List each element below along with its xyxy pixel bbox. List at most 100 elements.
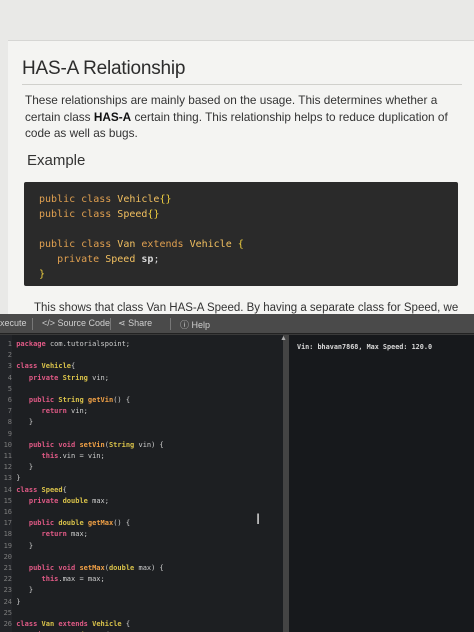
section-heading: HAS-A Relationship — [22, 58, 186, 79]
program-output: Vin: bhavan7868, Max Speed: 120.0 — [297, 343, 433, 351]
line-text: } — [12, 463, 34, 472]
code-line[interactable]: 21 public void setMax(double max) { — [0, 563, 283, 574]
code-line[interactable]: 3 class Vehicle{ — [0, 361, 283, 372]
source-code-button[interactable]: </> Source Code — [42, 318, 110, 328]
line-number: 1 — [7, 340, 12, 348]
line-number: 22 — [3, 575, 12, 584]
line-text — [12, 552, 16, 563]
toolbar-separator — [170, 318, 171, 330]
scroll-up-arrow-icon[interactable]: ▲ — [280, 335, 288, 345]
para-bold-text: HAS-A — [93, 109, 132, 124]
line-number: 16 — [3, 508, 12, 516]
line-number: 12 — [3, 463, 12, 472]
article-section: HAS-A Relationship These relationships a… — [0, 0, 474, 318]
code-line[interactable]: 14 class Speed{ — [0, 485, 283, 496]
code-line[interactable]: 11 this.vin = vin; — [0, 451, 283, 462]
line-number: 20 — [3, 552, 12, 561]
line-text — [12, 350, 16, 361]
example-code-block: public class Vehicle{} public class Spee… — [24, 182, 458, 286]
code-line[interactable]: 23 } — [0, 585, 283, 596]
line-text: } — [12, 418, 34, 427]
code-line[interactable]: 4 private String vin; — [0, 373, 283, 384]
line-number: 7 — [7, 407, 12, 416]
line-text: } — [12, 474, 21, 483]
code-line[interactable]: 24 } — [0, 597, 283, 608]
line-number: 10 — [3, 440, 12, 449]
toolbar-separator — [110, 318, 111, 330]
code-line[interactable]: 12 } — [0, 462, 283, 473]
share-label: Share — [128, 318, 153, 328]
line-number: 15 — [3, 496, 12, 505]
line-number: 25 — [3, 608, 12, 617]
code-line[interactable]: 6 public String getVin() { — [0, 395, 283, 406]
code-line[interactable]: 16 — [0, 507, 283, 518]
line-text: private String vin; — [28, 373, 109, 382]
line-number: 26 — [3, 620, 12, 628]
line-text: return vin; — [41, 407, 88, 416]
line-text: class Speed{ — [16, 485, 67, 494]
code-line[interactable]: 15 private double max; — [0, 496, 283, 507]
code-line[interactable]: 1 package com.tutorialspoint; — [0, 339, 283, 350]
line-number: 23 — [3, 586, 12, 595]
code-line[interactable]: 9 — [0, 429, 283, 440]
code-line[interactable]: 13 } — [0, 473, 283, 484]
line-number: 9 — [7, 429, 12, 438]
code-line[interactable]: 20 — [0, 552, 283, 563]
code-line[interactable]: 10 public void setVin(String vin) { — [0, 440, 283, 451]
line-text: class Van extends Vehicle { — [16, 620, 131, 628]
source-code-label: Source Code — [57, 318, 111, 328]
line-number: 18 — [3, 530, 12, 539]
intro-paragraph: These relationships are mainly based on … — [25, 92, 465, 142]
line-number: 24 — [3, 597, 12, 606]
line-number: 17 — [3, 519, 12, 528]
line-text: } — [12, 586, 34, 595]
line-number: 3 — [7, 362, 12, 371]
line-text: public double getMax() { — [28, 519, 131, 528]
tail-paragraph: This shows that class Van HAS-A Speed. B… — [34, 302, 459, 314]
line-number: 2 — [7, 351, 12, 360]
line-text: private double max; — [28, 496, 109, 505]
output-panel: Vin: bhavan7868, Max Speed: 120.0 — [289, 335, 474, 632]
toolbar-separator — [32, 318, 33, 330]
code-line[interactable]: 25 — [0, 608, 283, 619]
execute-button[interactable]: xecute — [0, 318, 27, 328]
line-number: 21 — [3, 564, 12, 572]
code-line[interactable]: 8 } — [0, 417, 283, 428]
line-text: public String getVin() { — [28, 396, 131, 404]
example-title: Example — [27, 152, 86, 169]
line-text — [12, 608, 16, 619]
code-line[interactable]: 7 return vin; — [0, 406, 283, 417]
line-text: this.vin = vin; — [41, 452, 105, 460]
line-text: public void setVin(String vin) { — [28, 440, 164, 449]
help-button[interactable]: ⓘ Help — [180, 318, 210, 331]
code-line[interactable]: 22 this.max = max; — [0, 574, 283, 585]
line-number: 6 — [7, 396, 12, 404]
help-icon: ⓘ — [180, 320, 190, 330]
code-line[interactable]: 5 — [0, 384, 283, 395]
editor-toolbar: xecute </> Source Code ⋖ Share ⓘ Help — [0, 314, 474, 334]
line-number: 8 — [7, 418, 12, 427]
code-line[interactable]: 18 return max; — [0, 529, 283, 540]
line-text — [12, 384, 16, 395]
example-code: public class Vehicle{} public class Spee… — [39, 194, 244, 280]
code-line[interactable]: 26 class Van extends Vehicle { — [0, 619, 283, 630]
line-number: 19 — [3, 541, 12, 550]
code-icon: </> — [42, 318, 56, 328]
help-label: Help — [191, 320, 211, 330]
code-line[interactable]: 17 public double getMax() { — [0, 518, 283, 529]
line-text: } — [12, 541, 34, 550]
share-button[interactable]: ⋖ Share — [118, 318, 152, 329]
line-text — [12, 507, 16, 518]
line-number: 13 — [3, 474, 12, 483]
code-line[interactable]: 19 } — [0, 541, 283, 552]
code-line[interactable]: 2 — [0, 350, 283, 361]
code-editor[interactable]: I 1 package com.tutorialspoint; 2 3 class… — [0, 335, 283, 632]
heading-divider — [22, 84, 462, 85]
share-icon: ⋖ — [118, 318, 126, 328]
line-number: 11 — [3, 452, 12, 460]
line-text — [12, 429, 16, 440]
line-number: 4 — [7, 373, 12, 382]
line-text: class Vehicle{ — [16, 362, 76, 371]
line-number: 14 — [3, 485, 12, 494]
line-text: } — [12, 597, 21, 606]
